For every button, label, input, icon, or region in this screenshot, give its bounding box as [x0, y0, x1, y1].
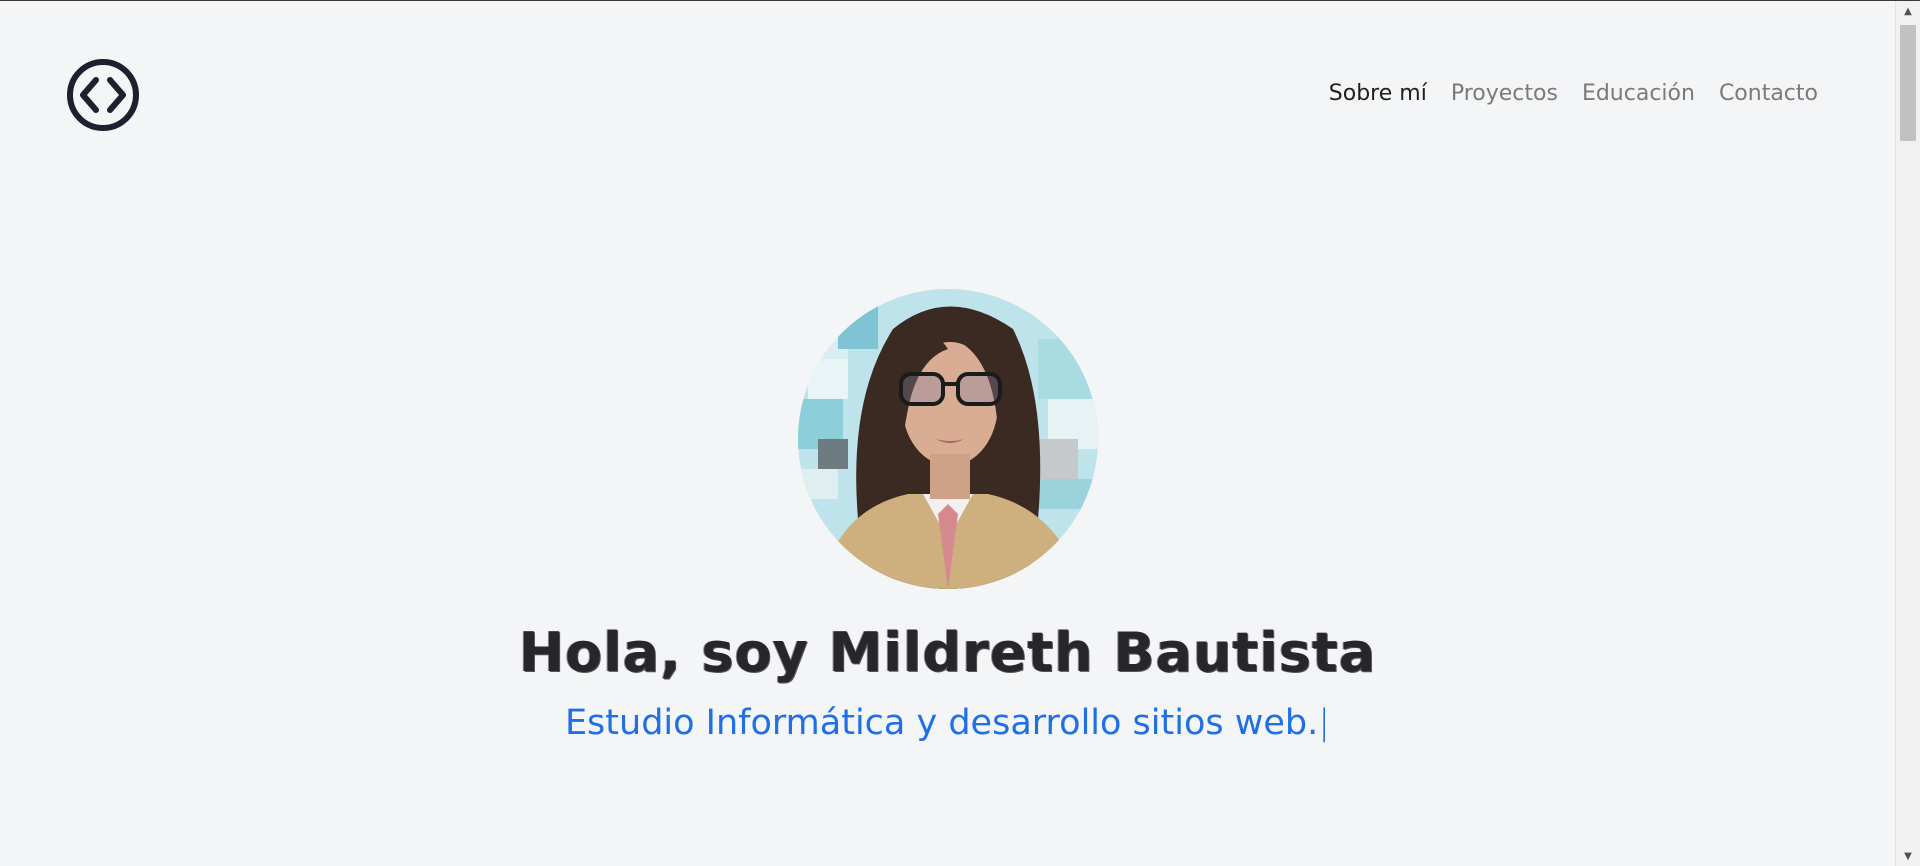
scrollbar-thumb[interactable] — [1900, 25, 1916, 141]
scroll-down-arrow-icon[interactable]: ▼ — [1896, 846, 1920, 866]
scroll-up-arrow-icon[interactable]: ▲ — [1896, 1, 1920, 21]
hero-subtitle-text: Estudio Informática y desarrollo sitios … — [564, 703, 1319, 743]
nav-item-proyectos[interactable]: Proyectos — [1451, 81, 1558, 106]
nav-item-contacto[interactable]: Contacto — [1719, 81, 1818, 106]
main-nav: Sobre mí Proyectos Educación Contacto — [1329, 81, 1818, 106]
logo-icon[interactable] — [66, 58, 140, 132]
profile-avatar — [798, 289, 1098, 589]
nav-item-educacion[interactable]: Educación — [1582, 81, 1695, 106]
page: Sobre mí Proyectos Educación Contacto Ho… — [0, 0, 1920, 866]
page-scrollbar[interactable]: ▲ ▼ — [1895, 1, 1920, 866]
hero-subtitle: Estudio Informática y desarrollo sitios … — [0, 703, 1895, 743]
typing-cursor: | — [1318, 703, 1331, 743]
main-content: Sobre mí Proyectos Educación Contacto Ho… — [0, 1, 1895, 866]
hero-title: Hola, soy Mildreth Bautista — [518, 621, 1377, 684]
nav-item-sobre-mi[interactable]: Sobre mí — [1329, 81, 1427, 106]
